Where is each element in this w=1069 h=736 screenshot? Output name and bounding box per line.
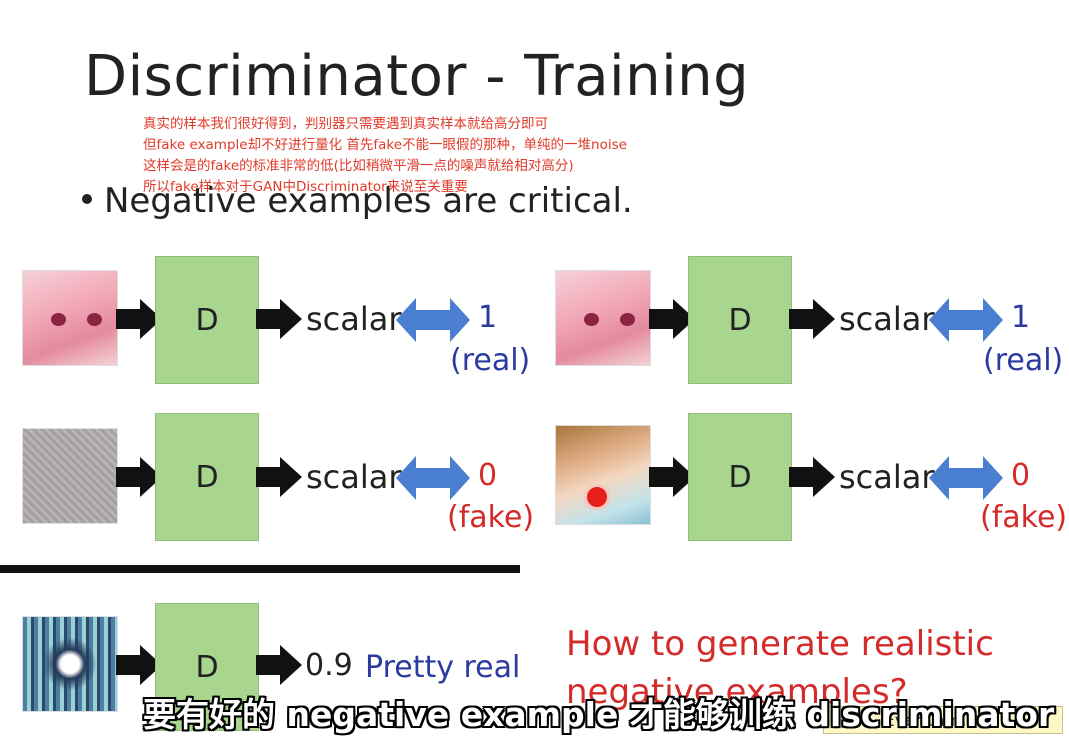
double-arrow-icon (929, 456, 1003, 500)
noise-image (22, 428, 118, 524)
target-label-real: (real) (983, 343, 1064, 378)
right-arrow-icon (789, 299, 835, 339)
discriminator-box: D (688, 256, 792, 384)
verdict-label: Pretty real (365, 650, 521, 685)
target-value-fake: 0 (1011, 458, 1031, 493)
right-arrow-icon (789, 457, 835, 497)
discriminator-box: D (155, 256, 259, 384)
question-line-1: How to generate realistic (566, 624, 994, 664)
note-line-2: 但fake example却不好进行量化 首先fake不能一眼假的那种，单纯的一… (143, 137, 627, 153)
bullet-text: Negative examples are critical. (104, 181, 633, 221)
right-arrow-icon (256, 457, 302, 497)
discriminator-label: D (195, 649, 219, 685)
discriminator-label: D (195, 459, 219, 495)
scalar-output-label: scalar (306, 458, 402, 496)
scalar-output-label: scalar (839, 458, 935, 496)
discriminator-label: D (728, 302, 752, 338)
note-line-3: 这样会是的fake的标准非常的低(比如稍微平滑一点的噪声就给相对高分) (143, 158, 574, 174)
target-value-fake: 0 (478, 458, 498, 493)
double-arrow-icon (929, 298, 1003, 342)
section-divider (0, 565, 520, 573)
anime-face-image (555, 270, 651, 366)
slide-title: Discriminator - Training (84, 44, 750, 109)
discriminator-box: D (155, 413, 259, 541)
right-arrow-icon (256, 299, 302, 339)
note-line-1: 真实的样本我们很好得到，判别器只需要遇到真实样本就给高分即可 (143, 116, 548, 132)
bad-anime-face-image (555, 425, 651, 525)
scalar-output-label: scalar (839, 300, 935, 338)
double-arrow-icon (396, 456, 470, 500)
generated-image (22, 616, 118, 712)
discriminator-box: D (688, 413, 792, 541)
anime-face-image (22, 270, 118, 366)
right-arrow-icon (256, 645, 302, 685)
target-value-real: 1 (478, 300, 498, 335)
bullet-point: Negative examples are critical. (82, 181, 633, 221)
double-arrow-icon (396, 298, 470, 342)
discriminator-label: D (195, 302, 219, 338)
target-value-real: 1 (1011, 300, 1031, 335)
bullet-dot-icon (82, 193, 92, 204)
target-label-fake: (fake) (447, 500, 535, 535)
discriminator-label: D (728, 459, 752, 495)
target-label-fake: (fake) (980, 500, 1068, 535)
target-label-real: (real) (450, 343, 531, 378)
scalar-output-label: scalar (306, 300, 402, 338)
score-value: 0.9 (305, 648, 353, 683)
